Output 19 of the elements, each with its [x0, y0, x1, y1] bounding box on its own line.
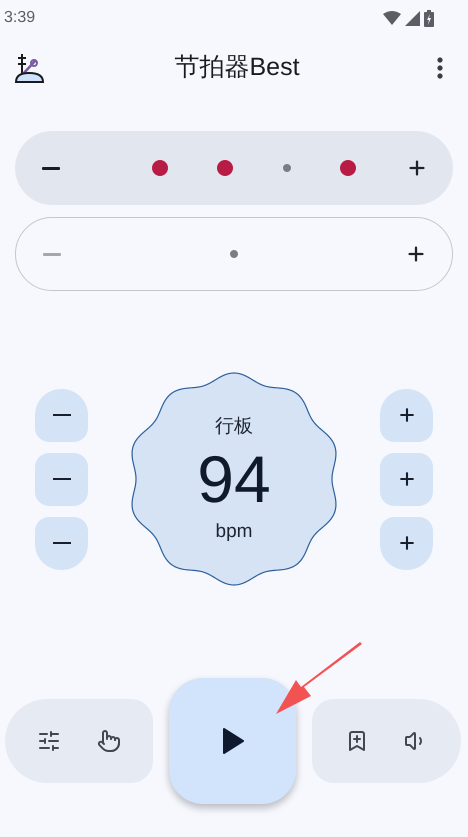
minus-icon — [52, 542, 70, 544]
play-button[interactable] — [169, 678, 296, 804]
sliders-icon — [37, 729, 62, 753]
wifi-icon — [383, 11, 401, 25]
pointing-hand-icon — [96, 729, 121, 753]
minus-icon — [42, 166, 60, 170]
minus-icon — [52, 414, 70, 416]
bpm-value: 94 — [197, 441, 271, 518]
status-time: 3:39 — [4, 8, 36, 28]
minus-icon — [43, 252, 61, 256]
bpm-unit: bpm — [216, 520, 252, 544]
play-icon — [222, 728, 244, 754]
tempo-marking: 行板 — [215, 414, 253, 438]
app-title: 节拍器Best — [174, 52, 300, 84]
signal-icon — [405, 10, 420, 26]
battery-charging-icon — [424, 10, 434, 26]
minus-icon — [52, 478, 70, 480]
more-icon — [437, 57, 443, 79]
tempo-dial[interactable]: 行板 94 bpm — [124, 369, 344, 589]
